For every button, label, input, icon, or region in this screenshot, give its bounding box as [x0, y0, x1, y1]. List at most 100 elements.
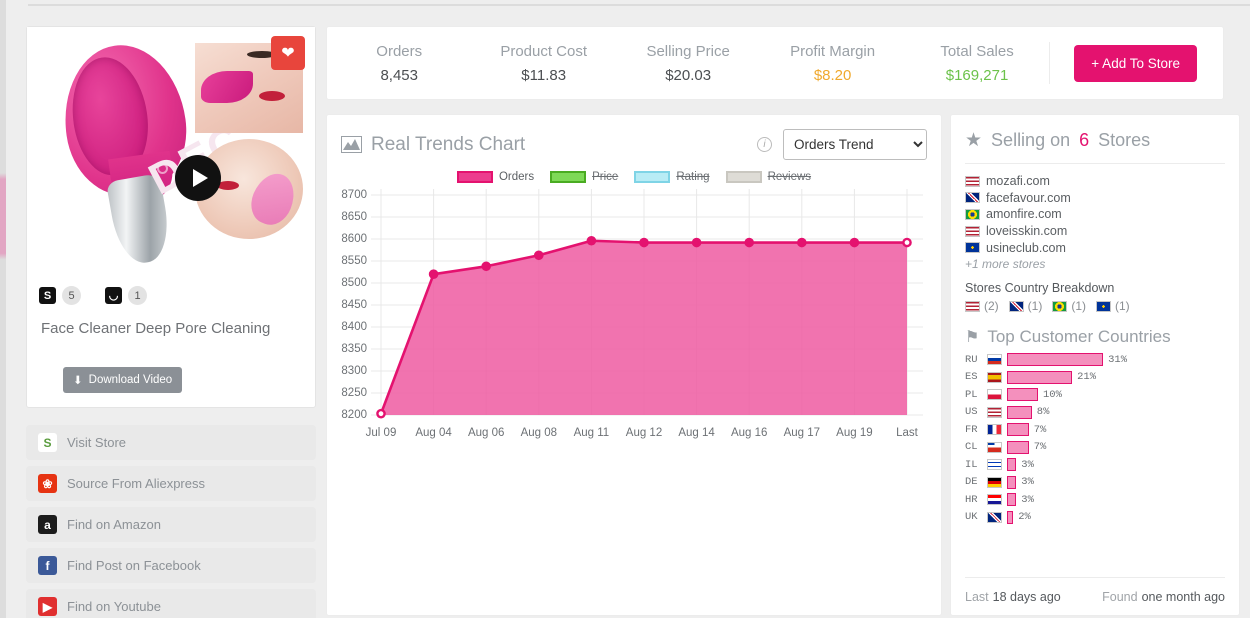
store-item[interactable]: usineclub.com	[965, 240, 1225, 257]
x-tick: Jul 09	[365, 427, 397, 439]
legend-item-orders[interactable]: Orders	[456, 171, 534, 183]
data-point[interactable]	[902, 237, 912, 248]
last-seen: Last 18 days ago	[965, 590, 1061, 604]
legend-swatch	[725, 171, 762, 183]
x-tick: Aug 11	[573, 427, 610, 439]
flag-us-icon	[965, 175, 980, 187]
country-row: ES 21%	[965, 369, 1225, 387]
y-tick: 8500	[341, 277, 367, 289]
trend-select[interactable]: Orders Trend	[783, 129, 927, 160]
panel-divider	[965, 163, 1225, 164]
action-label: Source From Aliexpress	[67, 476, 205, 491]
selling-on-suffix: Stores	[1098, 130, 1151, 150]
y-tick: 8700	[341, 189, 367, 201]
y-tick: 8600	[341, 233, 367, 245]
data-point[interactable]	[691, 237, 702, 248]
left-edge-strip	[0, 0, 6, 618]
x-tick: Aug 14	[678, 427, 715, 439]
action-find-on-amazon-button[interactable]: a Find on Amazon	[26, 507, 316, 542]
data-point[interactable]	[796, 237, 807, 248]
chart-header: Real Trends Chart i Orders Trend	[327, 115, 941, 160]
top-customer-countries-title: ⚑ Top Customer Countries	[965, 327, 1225, 347]
legend-swatch	[634, 171, 671, 183]
store-item[interactable]: facefavour.com	[965, 190, 1225, 207]
store-domain: usineclub.com	[986, 240, 1066, 255]
breakdown-count: (2)	[984, 299, 999, 314]
last-label: Last	[965, 589, 989, 604]
legend-item-rating[interactable]: Rating	[634, 171, 710, 183]
store-list: mozafi.com facefavour.com amonfire.com love…	[965, 173, 1225, 256]
download-video-label: Download Video	[88, 374, 173, 386]
flag-us-icon	[965, 225, 980, 237]
heart-icon[interactable]: ❤	[271, 36, 305, 70]
country-percent: 10%	[1043, 388, 1062, 401]
country-bar	[1007, 388, 1038, 402]
country-percent: 3%	[1021, 493, 1034, 506]
action-find-post-on-facebook-button[interactable]: f Find Post on Facebook	[26, 548, 316, 583]
store-domain: amonfire.com	[986, 207, 1062, 222]
info-icon[interactable]: i	[757, 137, 772, 152]
data-point[interactable]	[849, 237, 860, 248]
store-item[interactable]: loveisskin.com	[965, 223, 1225, 240]
store-domain: facefavour.com	[986, 190, 1071, 205]
store-item[interactable]: mozafi.com	[965, 173, 1225, 190]
legend-item-reviews[interactable]: Reviews	[725, 171, 812, 183]
data-point[interactable]	[744, 237, 755, 248]
chart-title-text: Real Trends Chart	[371, 133, 526, 155]
x-axis-labels: Jul 09 Aug 04 Aug 06 Aug 08 Aug 11 Aug 12 Aug …	[366, 427, 921, 447]
data-point[interactable]	[481, 261, 491, 272]
action-find-on-youtube-button[interactable]: ▶ Find on Youtube	[26, 589, 316, 618]
download-icon: ⬇	[73, 375, 83, 387]
data-point[interactable]	[586, 235, 597, 246]
youtube-icon: ▶	[38, 597, 57, 616]
country-code: US	[965, 406, 978, 419]
y-tick: 8300	[341, 365, 367, 377]
amazon-icon: a	[38, 515, 57, 534]
data-point[interactable]	[376, 408, 386, 419]
flag-br-icon	[1052, 300, 1068, 312]
play-icon[interactable]	[175, 155, 221, 201]
panel-footer: Last 18 days ago Found one month ago	[965, 577, 1225, 615]
product-title: Face Cleaner Deep Pore Cleaning	[41, 320, 271, 337]
stats-divider	[1049, 42, 1051, 84]
stat-value: $8.20	[813, 66, 852, 84]
add-to-store-button[interactable]: + Add To Store	[1074, 44, 1197, 82]
data-point[interactable]	[639, 237, 649, 248]
legend-item-price[interactable]: Price	[550, 171, 618, 183]
flag-de-icon	[987, 476, 1002, 488]
area-chart-icon	[341, 136, 362, 153]
flag-us-icon	[987, 406, 1002, 418]
product-card: DEC ❤ S 5 ◡ 1 Face Cleaner Deep Pore Cle…	[26, 26, 316, 408]
country-bar	[1007, 475, 1017, 489]
page-root: DEC ❤ S 5 ◡ 1 Face Cleaner Deep Pore Cle…	[0, 0, 1250, 618]
stat-product-cost: Product Cost $11.83	[471, 43, 615, 84]
legend-label: Price	[592, 171, 619, 183]
breakdown-count: (1)	[1027, 299, 1043, 314]
chart-title: Real Trends Chart	[341, 134, 525, 156]
action-visit-store-button[interactable]: S Visit Store	[26, 425, 316, 460]
product-image[interactable]: DEC ❤	[27, 27, 315, 272]
action-source-from-aliexpress-button[interactable]: ❀ Source From Aliexpress	[26, 466, 316, 501]
download-video-button[interactable]: ⬇ Download Video	[63, 367, 183, 393]
stat-value: $11.83	[521, 66, 567, 84]
country-code: HR	[965, 493, 978, 506]
shopping-bag-icon: ◡	[105, 287, 122, 304]
store-count: 6	[1079, 130, 1090, 150]
x-tick: Aug 16	[730, 427, 768, 439]
flag-ru-icon	[987, 354, 1002, 366]
legend-label: Reviews	[767, 171, 812, 183]
store-domain: loveisskin.com	[986, 223, 1068, 238]
stores-panel: ★ Selling on 6 Stores mozafi.com facefavo…	[950, 114, 1240, 616]
country-row: IL 3%	[965, 456, 1225, 474]
more-stores-link[interactable]: +1 more stores	[965, 257, 1225, 271]
shopify-icon: S	[39, 287, 56, 304]
data-point[interactable]	[533, 250, 544, 261]
country-row: CL 7%	[965, 439, 1225, 457]
action-label: Find Post on Facebook	[67, 558, 201, 573]
store-item[interactable]: amonfire.com	[965, 206, 1225, 223]
data-point[interactable]	[428, 269, 439, 279]
stats-bar: Orders 8,453 Product Cost $11.83 Selling Pri…	[326, 26, 1224, 100]
action-label: Visit Store	[67, 435, 127, 450]
country-code: PL	[965, 388, 978, 401]
y-tick: 8200	[341, 409, 367, 421]
